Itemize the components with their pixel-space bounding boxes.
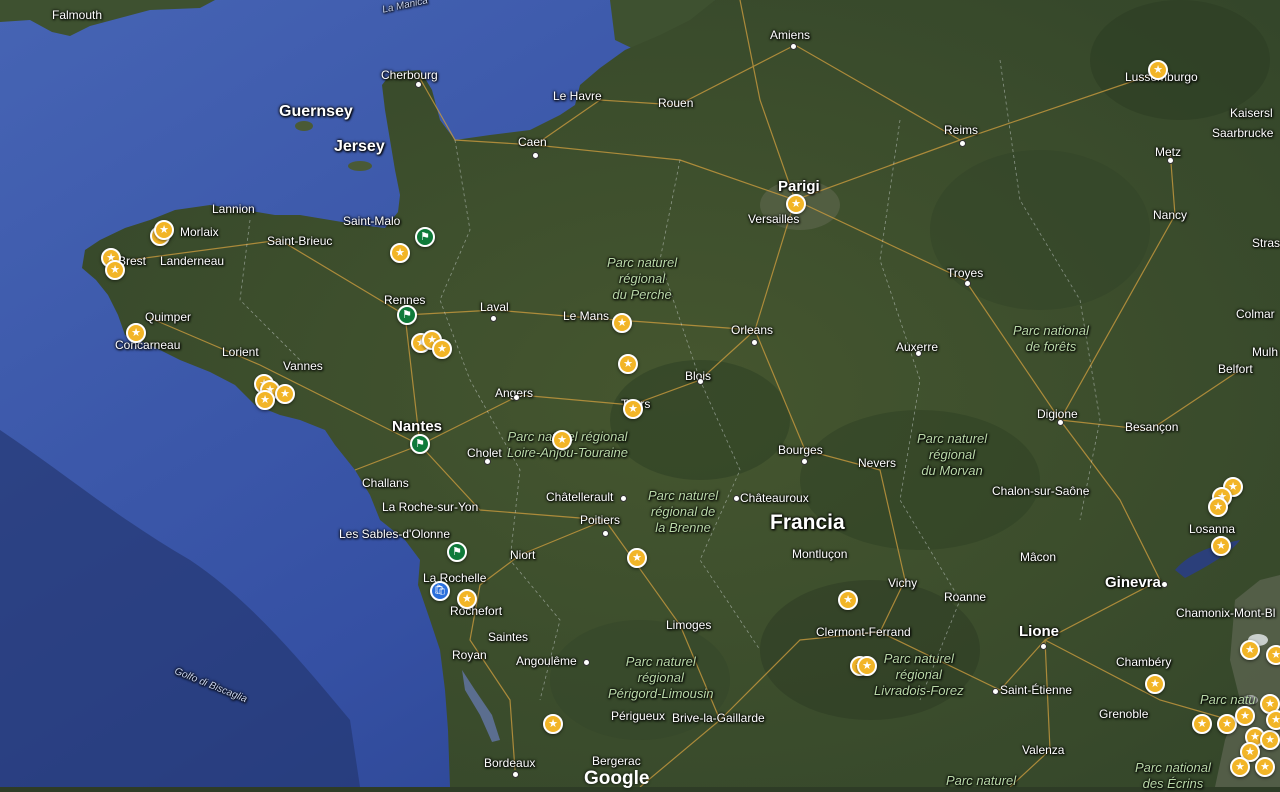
star-marker-icon[interactable]: ★	[1240, 640, 1260, 660]
city-dot	[959, 140, 966, 147]
star-marker-icon[interactable]: ★	[255, 390, 275, 410]
city-dot	[1040, 643, 1047, 650]
star-marker-icon[interactable]: ★	[552, 430, 572, 450]
star-marker-icon[interactable]: ★	[1208, 497, 1228, 517]
star-marker-icon[interactable]: ★	[612, 313, 632, 333]
city-dot	[490, 315, 497, 322]
star-marker-icon[interactable]: ★	[1148, 60, 1168, 80]
city-dot	[915, 350, 922, 357]
city-dot	[790, 43, 797, 50]
star-marker-icon[interactable]: ★	[1235, 706, 1255, 726]
city-dot	[512, 771, 519, 778]
city-dot	[751, 339, 758, 346]
city-dot	[733, 495, 740, 502]
star-marker-icon[interactable]: ★	[390, 243, 410, 263]
star-marker-icon[interactable]: ★	[786, 194, 806, 214]
star-marker-icon[interactable]: ★	[1145, 674, 1165, 694]
star-marker-icon[interactable]: ★	[1266, 645, 1280, 665]
star-marker-icon[interactable]: ★	[105, 260, 125, 280]
star-marker-icon[interactable]: ★	[1217, 714, 1237, 734]
city-dot	[1161, 581, 1168, 588]
star-marker-icon[interactable]: ★	[857, 656, 877, 676]
star-marker-icon[interactable]: ★	[543, 714, 563, 734]
star-marker-icon[interactable]: ★	[457, 589, 477, 609]
star-marker-icon[interactable]: ★	[838, 590, 858, 610]
star-marker-icon[interactable]: ★	[432, 339, 452, 359]
city-dot	[602, 530, 609, 537]
flag-marker-icon[interactable]: ⚑	[415, 227, 435, 247]
city-dot	[964, 280, 971, 287]
city-dot	[1167, 157, 1174, 164]
shopping-bag-marker-icon[interactable]: 🛍	[430, 581, 450, 601]
flag-marker-icon[interactable]: ⚑	[447, 542, 467, 562]
flag-marker-icon[interactable]: ⚑	[397, 305, 417, 325]
star-marker-icon[interactable]: ★	[627, 548, 647, 568]
city-dot	[801, 458, 808, 465]
star-marker-icon[interactable]: ★	[126, 323, 146, 343]
star-marker-icon[interactable]: ★	[618, 354, 638, 374]
satellite-map[interactable]	[0, 0, 1280, 787]
city-dot	[620, 495, 627, 502]
star-marker-icon[interactable]: ★	[1255, 757, 1275, 777]
jersey-island	[348, 161, 372, 171]
star-marker-icon[interactable]: ★	[1230, 757, 1250, 777]
star-marker-icon[interactable]: ★	[623, 399, 643, 419]
city-dot	[484, 458, 491, 465]
star-marker-icon[interactable]: ★	[154, 220, 174, 240]
star-marker-icon[interactable]: ★	[1211, 536, 1231, 556]
flag-marker-icon[interactable]: ⚑	[410, 434, 430, 454]
city-dot	[513, 394, 520, 401]
city-dot	[697, 378, 704, 385]
star-marker-icon[interactable]: ★	[275, 384, 295, 404]
guernsey-island	[295, 121, 313, 131]
star-marker-icon[interactable]: ★	[1266, 710, 1280, 730]
city-dot	[415, 81, 422, 88]
star-marker-icon[interactable]: ★	[1260, 730, 1280, 750]
city-dot	[583, 659, 590, 666]
city-dot	[532, 152, 539, 159]
city-dot	[992, 688, 999, 695]
city-dot	[1057, 419, 1064, 426]
star-marker-icon[interactable]: ★	[1192, 714, 1212, 734]
